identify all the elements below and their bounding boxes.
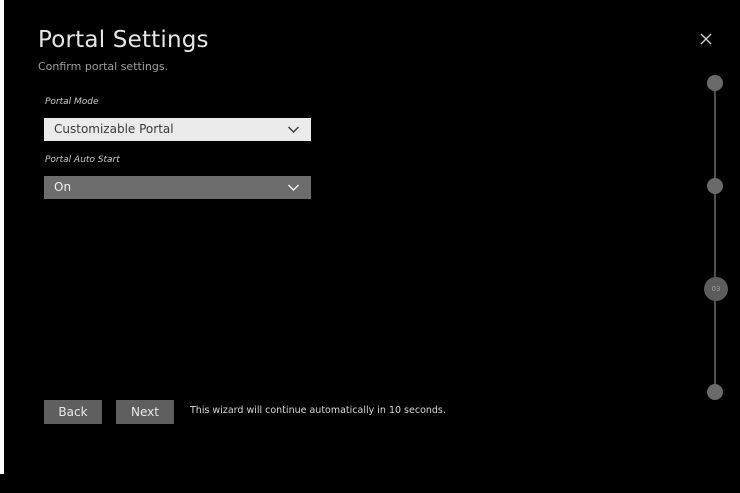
step-current-indicator: 03	[704, 277, 728, 301]
portal-mode-dropdown[interactable]: Customizable Portal	[44, 118, 311, 141]
portal-auto-start-value: On	[54, 180, 72, 194]
step-4-dot	[707, 384, 723, 400]
step-2-dot	[707, 178, 723, 194]
screen: Portal Settings Confirm portal settings.…	[0, 0, 740, 493]
portal-mode-label: Portal Mode	[45, 97, 99, 107]
back-button[interactable]: Back	[44, 400, 102, 424]
chevron-down-icon	[288, 184, 299, 191]
next-button[interactable]: Next	[116, 400, 174, 424]
wizard-panel: Portal Settings Confirm portal settings.…	[4, 0, 740, 493]
page-subtitle: Confirm portal settings.	[38, 60, 169, 73]
portal-mode-value: Customizable Portal	[54, 122, 174, 136]
portal-auto-start-dropdown[interactable]: On	[44, 176, 311, 199]
close-icon[interactable]	[698, 31, 714, 47]
portal-auto-start-label: Portal Auto Start	[45, 155, 120, 165]
step-1-dot	[707, 75, 723, 91]
progress-track	[714, 80, 716, 395]
auto-continue-message: This wizard will continue automatically …	[190, 405, 446, 416]
page-title: Portal Settings	[38, 27, 209, 53]
chevron-down-icon	[288, 126, 299, 133]
